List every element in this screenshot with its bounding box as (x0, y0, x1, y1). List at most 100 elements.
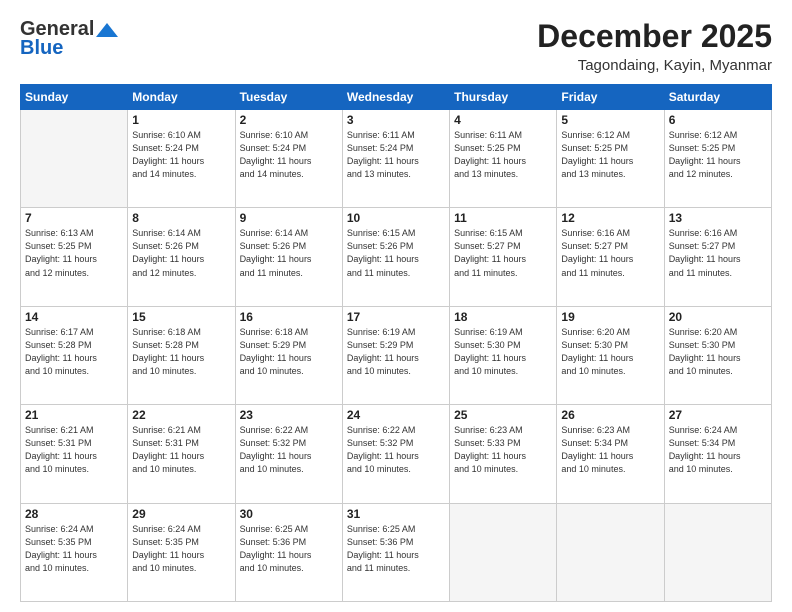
calendar-cell: 4 Sunrise: 6:11 AM Sunset: 5:25 PM Daylig… (450, 110, 557, 208)
cell-info: Sunrise: 6:23 AM Sunset: 5:33 PM Dayligh… (454, 424, 552, 476)
col-saturday: Saturday (664, 85, 771, 110)
col-friday: Friday (557, 85, 664, 110)
calendar-cell: 8 Sunrise: 6:14 AM Sunset: 5:26 PM Daylig… (128, 208, 235, 306)
calendar-cell: 16Sunrise: 6:18 AM Sunset: 5:29 PM Dayli… (235, 306, 342, 404)
calendar-cell: 26Sunrise: 6:23 AM Sunset: 5:34 PM Dayli… (557, 405, 664, 503)
col-sunday: Sunday (21, 85, 128, 110)
cell-info: Sunrise: 6:22 AM Sunset: 5:32 PM Dayligh… (347, 424, 445, 476)
calendar-cell: 6 Sunrise: 6:12 AM Sunset: 5:25 PM Daylig… (664, 110, 771, 208)
day-number: 30 (240, 507, 338, 521)
cell-info: Sunrise: 6:18 AM Sunset: 5:29 PM Dayligh… (240, 326, 338, 378)
day-number: 12 (561, 211, 659, 225)
calendar-cell: 1Sunrise: 6:10 AM Sunset: 5:24 PM Daylig… (128, 110, 235, 208)
cell-info: Sunrise: 6:24 AM Sunset: 5:35 PM Dayligh… (25, 523, 123, 575)
calendar-cell: 25 Sunrise: 6:23 AM Sunset: 5:33 PM Dayli… (450, 405, 557, 503)
calendar-cell: 31 Sunrise: 6:25 AM Sunset: 5:36 PM Dayli… (342, 503, 449, 601)
calendar-cell: 24 Sunrise: 6:22 AM Sunset: 5:32 PM Dayli… (342, 405, 449, 503)
title-block: December 2025 Tagondaing, Kayin, Myanmar (537, 18, 772, 74)
day-number: 9 (240, 211, 338, 225)
calendar-cell: 11Sunrise: 6:15 AM Sunset: 5:27 PM Dayli… (450, 208, 557, 306)
calendar-cell: 22 Sunrise: 6:21 AM Sunset: 5:31 PM Dayli… (128, 405, 235, 503)
day-number: 6 (669, 113, 767, 127)
cell-info: Sunrise: 6:18 AM Sunset: 5:28 PM Dayligh… (132, 326, 230, 378)
cell-info: Sunrise: 6:16 AM Sunset: 5:27 PM Dayligh… (669, 227, 767, 279)
calendar-cell: 2Sunrise: 6:10 AM Sunset: 5:24 PM Daylig… (235, 110, 342, 208)
day-number: 5 (561, 113, 659, 127)
cell-info: Sunrise: 6:11 AM Sunset: 5:25 PM Dayligh… (454, 129, 552, 181)
calendar-cell (664, 503, 771, 601)
calendar-cell: 19 Sunrise: 6:20 AM Sunset: 5:30 PM Dayli… (557, 306, 664, 404)
cell-info: Sunrise: 6:20 AM Sunset: 5:30 PM Dayligh… (669, 326, 767, 378)
cell-info: Sunrise: 6:12 AM Sunset: 5:25 PM Dayligh… (669, 129, 767, 181)
calendar-table: Sunday Monday Tuesday Wednesday Thursday… (20, 84, 772, 602)
day-number: 18 (454, 310, 552, 324)
calendar-cell (557, 503, 664, 601)
calendar-cell: 3Sunrise: 6:11 AM Sunset: 5:24 PM Daylig… (342, 110, 449, 208)
cell-info: Sunrise: 6:21 AM Sunset: 5:31 PM Dayligh… (25, 424, 123, 476)
cell-info: Sunrise: 6:22 AM Sunset: 5:32 PM Dayligh… (240, 424, 338, 476)
calendar-cell: 23Sunrise: 6:22 AM Sunset: 5:32 PM Dayli… (235, 405, 342, 503)
calendar-week-3: 21 Sunrise: 6:21 AM Sunset: 5:31 PM Dayli… (21, 405, 772, 503)
cell-info: Sunrise: 6:14 AM Sunset: 5:26 PM Dayligh… (240, 227, 338, 279)
day-number: 13 (669, 211, 767, 225)
calendar-week-2: 14Sunrise: 6:17 AM Sunset: 5:28 PM Dayli… (21, 306, 772, 404)
calendar-cell: 14Sunrise: 6:17 AM Sunset: 5:28 PM Dayli… (21, 306, 128, 404)
calendar-cell: 12 Sunrise: 6:16 AM Sunset: 5:27 PM Dayli… (557, 208, 664, 306)
day-number: 28 (25, 507, 123, 521)
calendar-cell: 18 Sunrise: 6:19 AM Sunset: 5:30 PM Dayli… (450, 306, 557, 404)
cell-info: Sunrise: 6:16 AM Sunset: 5:27 PM Dayligh… (561, 227, 659, 279)
day-number: 17 (347, 310, 445, 324)
cell-info: Sunrise: 6:20 AM Sunset: 5:30 PM Dayligh… (561, 326, 659, 378)
calendar-cell (21, 110, 128, 208)
day-number: 10 (347, 211, 445, 225)
day-number: 20 (669, 310, 767, 324)
day-number: 1 (132, 113, 230, 127)
page: General Blue December 2025 Tagondaing, K… (0, 0, 792, 612)
logo: General Blue (20, 18, 118, 60)
calendar-cell: 13 Sunrise: 6:16 AM Sunset: 5:27 PM Dayli… (664, 208, 771, 306)
day-number: 11 (454, 211, 552, 225)
day-number: 22 (132, 408, 230, 422)
cell-info: Sunrise: 6:21 AM Sunset: 5:31 PM Dayligh… (132, 424, 230, 476)
col-tuesday: Tuesday (235, 85, 342, 110)
calendar-cell: 9 Sunrise: 6:14 AM Sunset: 5:26 PM Daylig… (235, 208, 342, 306)
cell-info: Sunrise: 6:14 AM Sunset: 5:26 PM Dayligh… (132, 227, 230, 279)
cell-info: Sunrise: 6:24 AM Sunset: 5:34 PM Dayligh… (669, 424, 767, 476)
calendar-cell: 30 Sunrise: 6:25 AM Sunset: 5:36 PM Dayli… (235, 503, 342, 601)
day-number: 25 (454, 408, 552, 422)
day-number: 15 (132, 310, 230, 324)
calendar-cell (450, 503, 557, 601)
day-number: 7 (25, 211, 123, 225)
day-number: 8 (132, 211, 230, 225)
day-number: 21 (25, 408, 123, 422)
calendar-cell: 7 Sunrise: 6:13 AM Sunset: 5:25 PM Daylig… (21, 208, 128, 306)
month-year: December 2025 (537, 18, 772, 55)
cell-info: Sunrise: 6:25 AM Sunset: 5:36 PM Dayligh… (347, 523, 445, 575)
day-number: 29 (132, 507, 230, 521)
day-number: 4 (454, 113, 552, 127)
calendar-cell: 15 Sunrise: 6:18 AM Sunset: 5:28 PM Dayli… (128, 306, 235, 404)
location: Tagondaing, Kayin, Myanmar (537, 57, 772, 74)
day-number: 24 (347, 408, 445, 422)
header: General Blue December 2025 Tagondaing, K… (20, 18, 772, 74)
calendar-cell: 27 Sunrise: 6:24 AM Sunset: 5:34 PM Dayli… (664, 405, 771, 503)
calendar-cell: 20 Sunrise: 6:20 AM Sunset: 5:30 PM Dayli… (664, 306, 771, 404)
day-number: 31 (347, 507, 445, 521)
cell-info: Sunrise: 6:25 AM Sunset: 5:36 PM Dayligh… (240, 523, 338, 575)
day-number: 27 (669, 408, 767, 422)
cell-info: Sunrise: 6:19 AM Sunset: 5:30 PM Dayligh… (454, 326, 552, 378)
cell-info: Sunrise: 6:13 AM Sunset: 5:25 PM Dayligh… (25, 227, 123, 279)
calendar-header-row: Sunday Monday Tuesday Wednesday Thursday… (21, 85, 772, 110)
cell-info: Sunrise: 6:19 AM Sunset: 5:29 PM Dayligh… (347, 326, 445, 378)
day-number: 19 (561, 310, 659, 324)
calendar-week-0: 1 Sunrise: 6:10 AM Sunset: 5:24 PM Daylig… (21, 110, 772, 208)
cell-info: Sunrise: 6:10 AM Sunset: 5:24 PM Dayligh… (240, 129, 338, 181)
calendar-week-1: 7 Sunrise: 6:13 AM Sunset: 5:25 PM Daylig… (21, 208, 772, 306)
day-number: 14 (25, 310, 123, 324)
cell-info: Sunrise: 6:11 AM Sunset: 5:24 PM Dayligh… (347, 129, 445, 181)
calendar-cell: 10 Sunrise: 6:15 AM Sunset: 5:26 PM Dayli… (342, 208, 449, 306)
col-wednesday: Wednesday (342, 85, 449, 110)
cell-info: Sunrise: 6:15 AM Sunset: 5:26 PM Dayligh… (347, 227, 445, 279)
col-thursday: Thursday (450, 85, 557, 110)
calendar-cell: 17 Sunrise: 6:19 AM Sunset: 5:29 PM Dayli… (342, 306, 449, 404)
